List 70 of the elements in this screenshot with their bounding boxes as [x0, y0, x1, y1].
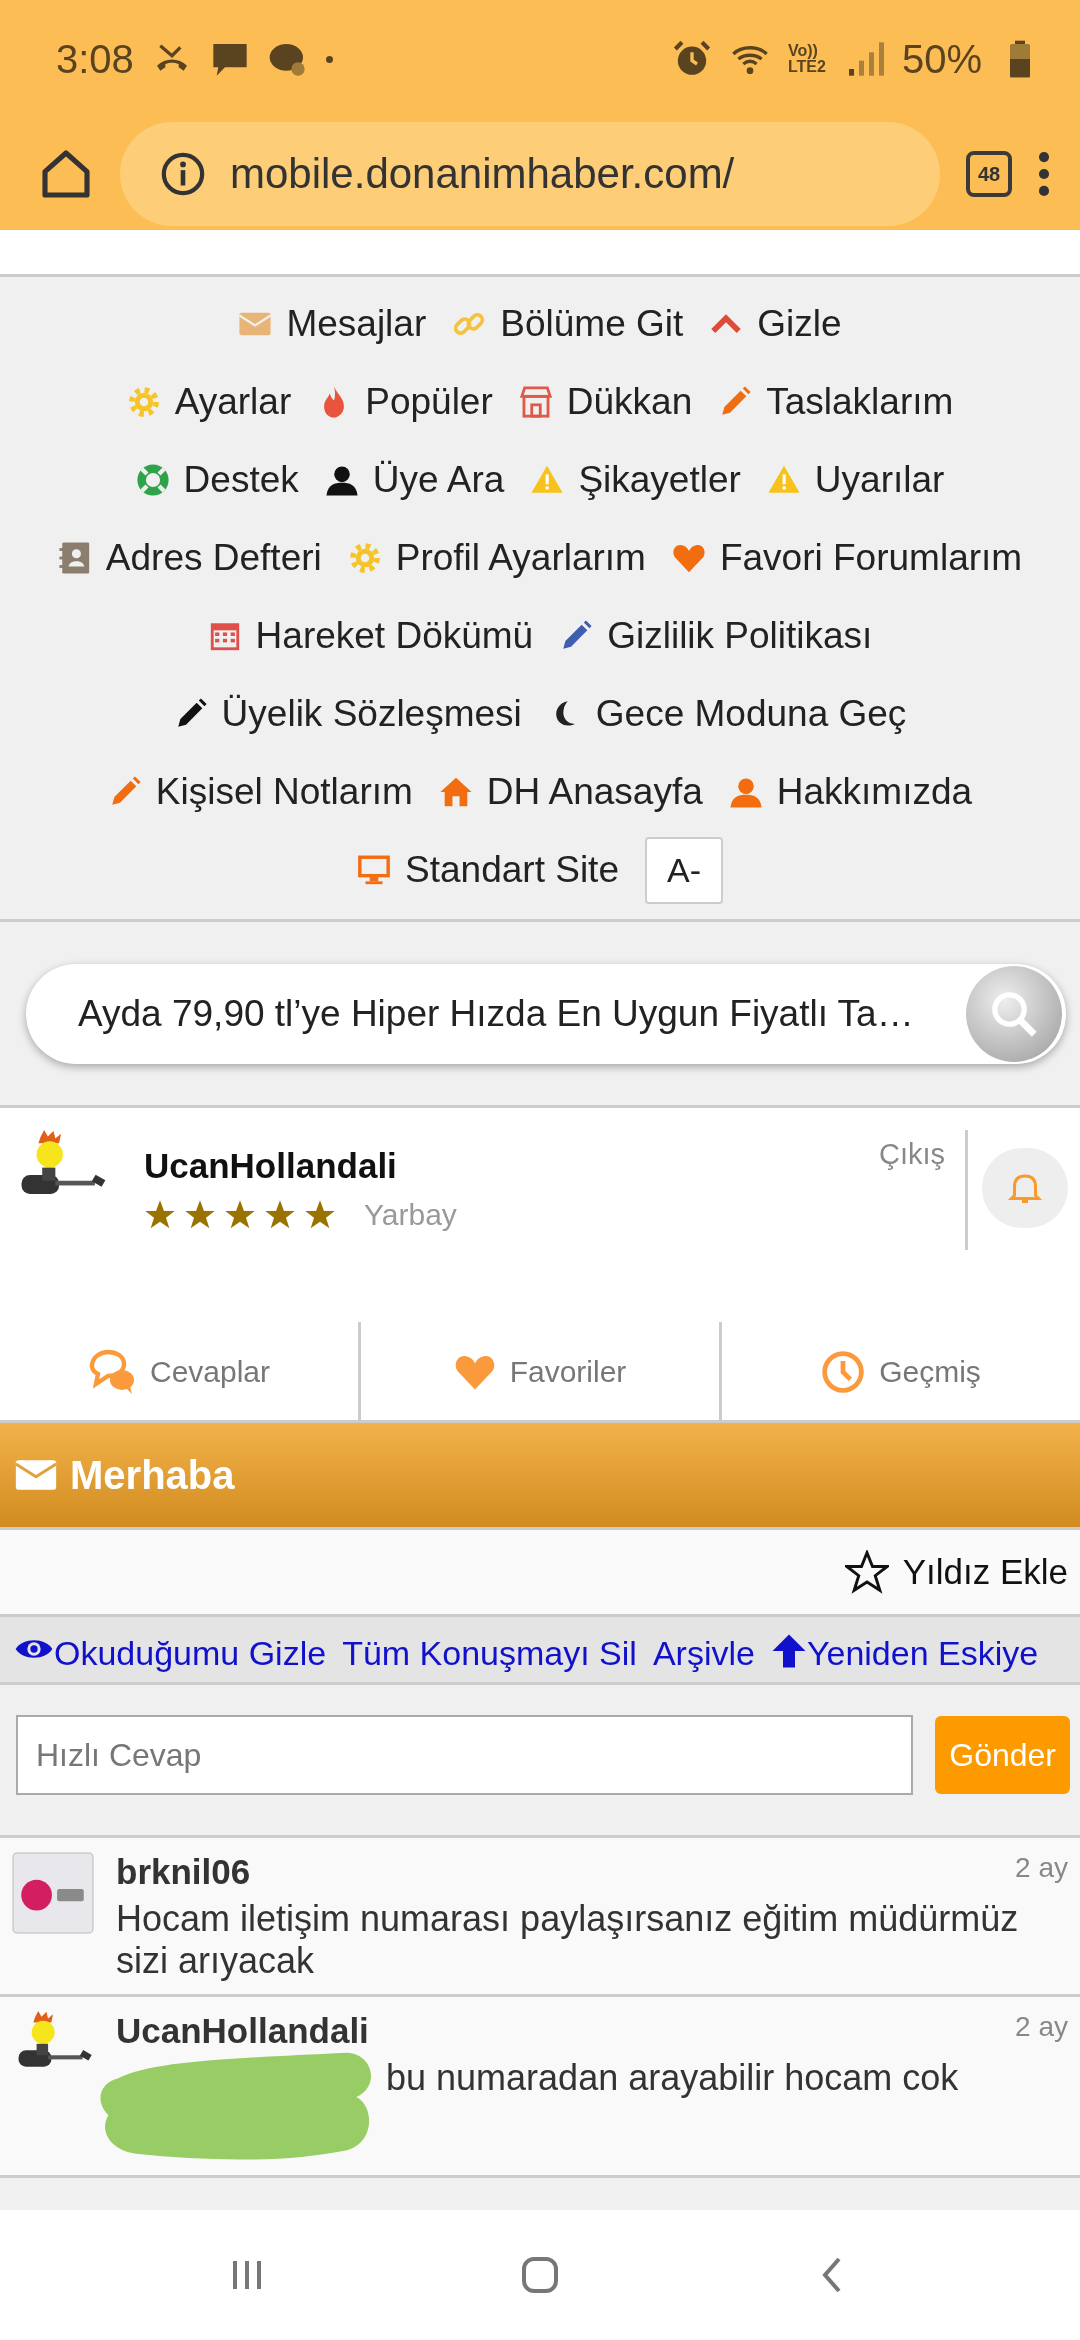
font-size-button[interactable]: A-: [644, 836, 723, 904]
action-link[interactable]: Tüm Konuşmayı Sil: [342, 1634, 637, 1672]
dot-icon: [325, 55, 333, 63]
star-icon: [144, 1199, 176, 1231]
menu-link[interactable]: Gizlilik Politikası: [559, 615, 873, 657]
menu-link[interactable]: Şikayetler: [530, 459, 741, 501]
action-link[interactable]: Arşivle: [652, 1634, 755, 1672]
info-icon: [160, 151, 206, 197]
profile-tab[interactable]: Cevaplar: [0, 1322, 358, 1422]
chat-bubbles-icon: [87, 1348, 136, 1396]
menu-link[interactable]: DH Anasayfa: [438, 771, 703, 813]
user-rank: Yarbay: [364, 1198, 457, 1232]
monitor-icon: [357, 853, 392, 887]
address-book-icon: [57, 541, 92, 575]
menu-link[interactable]: Uyarılar: [766, 459, 945, 501]
status-time: 3:08: [56, 36, 134, 82]
message-row[interactable]: UcanHollandali 2 ay bu numaradan arayabilir hocam cok: [0, 1997, 1080, 2178]
message-time: 2 ay: [1015, 2011, 1068, 2044]
star-icon: [224, 1199, 256, 1231]
search-field[interactable]: Ayda 79,90 tl’ye Hiper Hızda En Uygun Fiyatlı Ta…: [26, 963, 1066, 1064]
url-text: mobile.donanimhaber.com/: [230, 150, 735, 198]
add-star-button[interactable]: Yıldız Ekle: [844, 1550, 1068, 1594]
address-bar[interactable]: mobile.donanimhaber.com/: [120, 122, 940, 226]
star-icon: [264, 1199, 296, 1231]
quick-reply-field[interactable]: Hızlı Cevap: [16, 1715, 914, 1795]
house-icon: [438, 775, 473, 809]
message-text: Hocam iletişim numarası paylaşırsanız eğitim müdürmüz sizi arıyacak: [116, 1898, 1020, 1982]
menu-link[interactable]: Kişisel Notlarım: [107, 771, 413, 813]
menu-link[interactable]: Hareket Dökümü: [207, 615, 534, 657]
menu-link[interactable]: Üyelik Sözleşmesi: [173, 693, 522, 735]
gear-icon: [126, 385, 161, 419]
menu-link[interactable]: Gizle: [709, 303, 842, 345]
menu-link[interactable]: Gece Moduna Geç: [547, 693, 907, 735]
menu-link[interactable]: Üye Ara: [324, 459, 505, 501]
menu-link[interactable]: Favori Forumlarım: [671, 537, 1023, 579]
menu-link[interactable]: Mesajlar: [238, 303, 427, 345]
menu-link[interactable]: Taslaklarım: [718, 381, 954, 423]
avatar-icon: [12, 1852, 94, 1934]
action-link[interactable]: Okuduğumu Gizle: [14, 1634, 327, 1672]
message-author: UcanHollandali: [116, 2011, 369, 2051]
gear-icon: [347, 541, 382, 575]
menu-link[interactable]: Standart Site: [357, 849, 619, 891]
battery-percent: 50%: [901, 36, 982, 82]
star-icon: [184, 1199, 216, 1231]
tab-count[interactable]: 48: [966, 151, 1012, 197]
menu-link[interactable]: Bölüme Git: [452, 303, 684, 345]
conversation-title: Merhaba: [70, 1452, 235, 1498]
volte-label: Vo)): [788, 43, 818, 59]
message-time: 2 ay: [1015, 1852, 1068, 1885]
message-row[interactable]: brknil06 2 ay Hocam iletişim numarası paylaşırsanız eğitim müdürmüz sizi arıyacak: [0, 1838, 1080, 1997]
store-icon: [518, 385, 553, 419]
menu-link[interactable]: Profil Ayarlarım: [347, 537, 646, 579]
menu-icon[interactable]: [1038, 152, 1050, 196]
star-outline-icon: [844, 1550, 889, 1594]
message-text: bu numaradan arayabilir hocam cok: [386, 2057, 959, 2099]
menu-link[interactable]: Ayarlar: [126, 381, 292, 423]
star-icon: [304, 1199, 336, 1231]
message-author: brknil06: [116, 1852, 251, 1892]
menu-link[interactable]: Dükkan: [518, 381, 693, 423]
logout-link[interactable]: Çıkış: [878, 1130, 968, 1250]
action-link[interactable]: Yeniden Eskiye: [770, 1634, 1039, 1672]
menu-link[interactable]: Adres Defteri: [57, 537, 322, 579]
username[interactable]: UcanHollandali: [144, 1146, 879, 1186]
menu-link[interactable]: Hakkımızda: [728, 771, 973, 813]
clock-icon: [821, 1350, 866, 1394]
network-label: LTE2: [788, 59, 826, 75]
menu-link[interactable]: Destek: [135, 459, 299, 501]
arrow-up-icon: [770, 1633, 807, 1669]
lifebuoy-icon: [135, 463, 170, 497]
menu-link[interactable]: Popüler: [317, 381, 493, 423]
